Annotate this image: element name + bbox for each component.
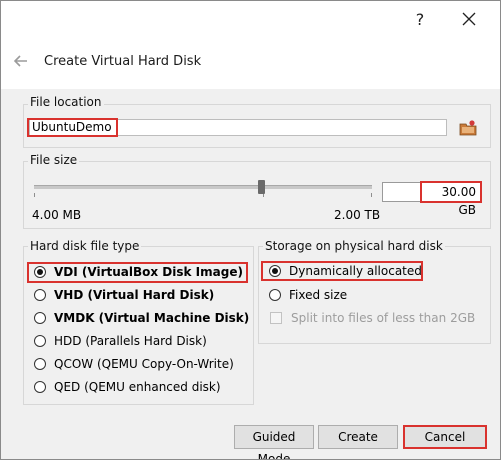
guided-mode-button[interactable]: Guided Mode	[234, 425, 314, 459]
wizard-title: Create Virtual Hard Disk	[44, 54, 202, 69]
disk-type-option-label: VHD (Virtual Hard Disk)	[54, 288, 215, 302]
storage-option-fixed[interactable]: Fixed size	[269, 286, 347, 304]
disk-type-option-label: VDI (VirtualBox Disk Image)	[54, 265, 243, 279]
file-size-slider[interactable]	[34, 185, 372, 189]
disk-type-option-label: VMDK (Virtual Machine Disk)	[54, 311, 250, 325]
cancel-button[interactable]: Cancel	[403, 425, 487, 449]
disk-type-option-vhd[interactable]: VHD (Virtual Hard Disk)	[34, 286, 214, 304]
radio-button[interactable]	[34, 335, 46, 347]
radio-button[interactable]	[34, 358, 46, 370]
disk-type-option-label: QCOW (QEMU Copy-On-Write)	[54, 357, 234, 371]
question-mark-icon[interactable]: ?	[403, 6, 437, 32]
disk-file-type-label: Hard disk file type	[28, 239, 142, 253]
storage-option-label: Fixed size	[289, 288, 348, 302]
slider-max-label: 2.00 TB	[334, 208, 381, 222]
radio-button[interactable]	[34, 381, 46, 393]
disk-type-option-vmdk[interactable]: VMDK (Virtual Machine Disk)	[34, 309, 249, 327]
storage-option-label: Dynamically allocated	[289, 264, 422, 278]
file-size-label: File size	[28, 153, 80, 167]
disk-type-option-label: QED (QEMU enhanced disk)	[54, 380, 221, 394]
slider-tick	[371, 193, 372, 197]
disk-type-option-qcow[interactable]: QCOW (QEMU Copy-On-Write)	[34, 355, 234, 373]
slider-tick	[34, 193, 35, 197]
radio-button[interactable]	[269, 265, 281, 277]
split-files-checkbox	[270, 312, 282, 324]
file-size-slider-handle[interactable]	[258, 180, 265, 194]
slider-min-label: 4.00 MB	[32, 208, 82, 222]
radio-button[interactable]	[269, 289, 281, 301]
close-icon[interactable]	[452, 6, 486, 32]
disk-type-option-hdd[interactable]: HDD (Parallels Hard Disk)	[34, 332, 207, 350]
create-virtual-hard-disk-dialog: ? Create Virtual Hard Disk File location…	[0, 0, 501, 460]
storage-option-dynamic[interactable]: Dynamically allocated	[269, 262, 422, 280]
file-location-label: File location	[28, 95, 104, 109]
create-button[interactable]: Create	[318, 425, 398, 449]
file-location-input[interactable]: UbuntuDemo	[29, 119, 447, 136]
split-files-checkbox-row: Split into files of less than 2GB	[270, 309, 475, 327]
back-arrow-icon[interactable]	[11, 51, 31, 71]
radio-button[interactable]	[34, 266, 46, 278]
disk-type-option-qed[interactable]: QED (QEMU enhanced disk)	[34, 378, 221, 396]
folder-browse-icon[interactable]	[459, 119, 477, 137]
file-size-value[interactable]: 30.00 GB	[420, 181, 482, 217]
storage-group-label: Storage on physical hard disk	[263, 239, 445, 253]
radio-button[interactable]	[34, 289, 46, 301]
disk-type-option-vdi[interactable]: VDI (VirtualBox Disk Image)	[34, 263, 243, 281]
radio-button[interactable]	[34, 312, 46, 324]
split-files-label: Split into files of less than 2GB	[291, 311, 476, 325]
disk-type-option-label: HDD (Parallels Hard Disk)	[54, 334, 207, 348]
